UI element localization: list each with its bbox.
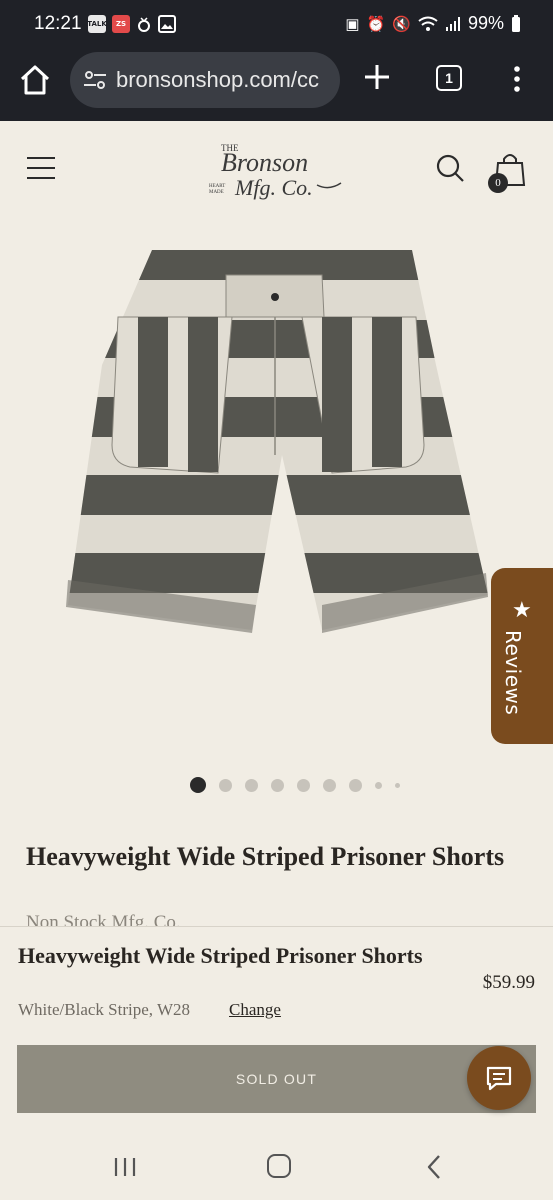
zs-icon: ZS xyxy=(112,15,130,33)
url-bar[interactable]: bronsonshop.com/cc xyxy=(70,52,340,108)
new-tab-icon[interactable] xyxy=(362,62,392,92)
carousel-dot[interactable] xyxy=(190,777,206,793)
carousel-dot[interactable] xyxy=(323,778,336,792)
tab-switcher-button[interactable]: 1 xyxy=(436,65,462,91)
system-nav-bar xyxy=(0,1136,553,1200)
browser-home-icon[interactable] xyxy=(17,62,53,98)
battery-text: 99% xyxy=(467,13,504,33)
carousel-dot[interactable] xyxy=(219,778,232,792)
reviews-label: Reviews xyxy=(501,630,525,716)
svg-text:Bronson: Bronson xyxy=(221,148,308,177)
sticky-add-to-cart-bar: Heavyweight Wide Striped Prisoner Shorts… xyxy=(0,926,553,1136)
svg-text:MADE: MADE xyxy=(209,190,224,195)
svg-text:Mfg. Co.: Mfg. Co. xyxy=(234,175,313,200)
chat-icon xyxy=(486,1066,512,1091)
carousel-dot[interactable] xyxy=(349,778,362,792)
carousel-dot[interactable] xyxy=(395,782,400,788)
alarm-icon: ⏰ xyxy=(366,15,386,33)
notification-icons: TALK ZS xyxy=(87,15,176,33)
lock-icon: ▣ xyxy=(345,15,360,33)
url-text: bronsonshop.com/cc xyxy=(116,67,319,92)
sticky-price: $59.99 xyxy=(482,972,535,993)
sold-out-button[interactable]: SOLD OUT xyxy=(17,1045,536,1113)
sticky-variant: White/Black Stripe, W28 xyxy=(18,1000,191,1019)
site-header: THE Bronson HEART MADE Mfg. Co. 0 xyxy=(0,121,553,216)
chat-button[interactable] xyxy=(467,1046,531,1110)
product-vendor[interactable]: Non Stock Mfg. Co. xyxy=(26,912,181,926)
menu-hamburger-icon[interactable] xyxy=(27,155,55,181)
status-time: 12:21 xyxy=(34,13,82,34)
browser-menu-icon[interactable] xyxy=(507,64,527,94)
status-right-icons: ▣ ⏰ 🔇 99% xyxy=(345,13,521,34)
carousel-dot[interactable] xyxy=(375,781,382,789)
talk-icon: TALK xyxy=(87,15,107,33)
product-title: Heavyweight Wide Striped Prisoner Shorts xyxy=(26,842,505,871)
mute-icon: 🔇 xyxy=(392,15,411,33)
site-settings-icon[interactable] xyxy=(82,67,108,93)
search-icon[interactable] xyxy=(435,153,465,183)
carousel-dot[interactable] xyxy=(245,778,258,792)
home-icon[interactable] xyxy=(267,1154,291,1178)
star-icon: ★ xyxy=(512,598,532,623)
signal-icon xyxy=(445,16,460,31)
ring-icon xyxy=(138,17,150,32)
recent-apps-icon[interactable] xyxy=(112,1156,138,1178)
image-icon xyxy=(158,15,176,33)
change-variant-link[interactable]: Change xyxy=(229,1000,281,1020)
back-icon[interactable] xyxy=(425,1154,443,1180)
reviews-tab[interactable]: ★ Reviews xyxy=(491,568,553,744)
carousel-dots xyxy=(190,777,400,793)
svg-text:HEART: HEART xyxy=(209,184,225,189)
status-bar: 12:21 TALK ZS ▣ ⏰ 🔇 99% xyxy=(0,0,553,50)
bronson-logo[interactable]: THE Bronson HEART MADE Mfg. Co. xyxy=(207,133,347,203)
battery-icon xyxy=(512,14,520,32)
sticky-product-title: Heavyweight Wide Striped Prisoner Shorts xyxy=(18,943,423,968)
carousel-dot[interactable] xyxy=(271,778,284,792)
product-image[interactable] xyxy=(60,245,490,645)
cart-count-badge: 0 xyxy=(488,173,508,193)
carousel-dot[interactable] xyxy=(297,778,310,792)
browser-toolbar: bronsonshop.com/cc 1 xyxy=(0,50,553,121)
wifi-icon xyxy=(418,16,438,31)
